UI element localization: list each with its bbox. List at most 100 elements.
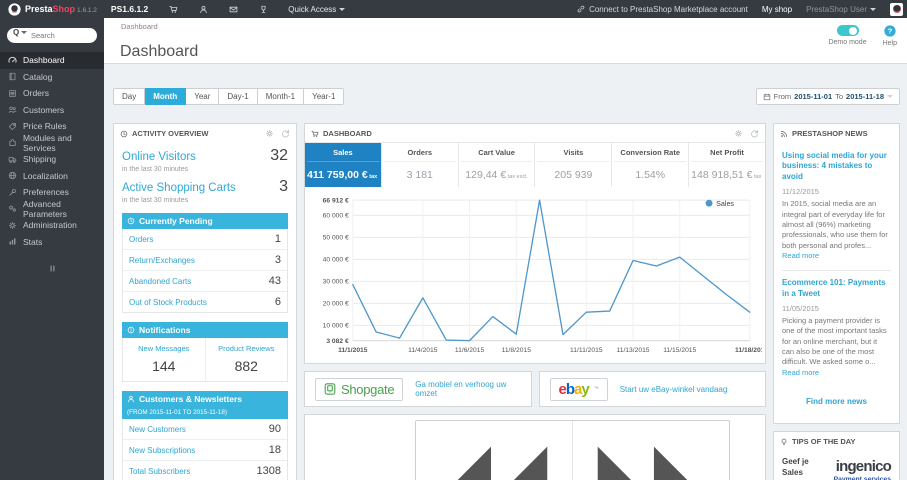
kpi-tax-suffix: tax excl. [369, 174, 379, 180]
search-type-dropdown[interactable]: Q [13, 28, 28, 37]
user-avatar[interactable] [890, 2, 903, 16]
list-item-value: 3 [274, 254, 281, 266]
kpi-value: 205 939 [554, 169, 593, 181]
sidebar-item-shipping[interactable]: Shipping [0, 151, 104, 168]
wrench-icon [8, 188, 17, 197]
messages-shortcut-icon[interactable] [229, 5, 238, 14]
svg-text:50 000 €: 50 000 € [323, 235, 349, 242]
kpi-tab-orders[interactable]: Orders 3 181 [382, 143, 459, 187]
customers-shortcut-icon[interactable] [199, 5, 208, 14]
gear-icon[interactable] [265, 129, 274, 138]
range-button-month-1[interactable]: Month-1 [257, 88, 305, 105]
refresh-icon[interactable] [281, 129, 290, 138]
kpi-tab-visits[interactable]: Visits 205 939 [535, 143, 613, 187]
read-more-link[interactable]: Read more [782, 368, 819, 377]
help-icon[interactable]: ? [884, 25, 896, 37]
notifications-header: Notifications [122, 322, 288, 338]
find-more-news-link[interactable]: Find more news [774, 387, 899, 418]
kpi-label: Orders [383, 143, 456, 162]
my-shop-link[interactable]: My shop [762, 5, 792, 14]
refresh-icon[interactable] [750, 129, 759, 138]
sidebar-item-localization[interactable]: Localization [0, 168, 104, 185]
shopgate-phone-icon [324, 382, 336, 396]
book-icon [8, 72, 17, 81]
row-total-subscribers[interactable]: Total Subscribers 1308 [123, 461, 287, 480]
sidebar-item-catalog[interactable]: Catalog [0, 69, 104, 86]
orders-icon [8, 89, 17, 98]
cell-product-reviews[interactable]: Product Reviews 882 [204, 338, 288, 381]
sidebar-item-label: Modules and Services [23, 132, 72, 153]
sidebar-item-label: Price Rules [23, 121, 67, 132]
truck-icon [8, 155, 17, 164]
sidebar-collapse-button[interactable] [0, 264, 104, 273]
range-button-year-1[interactable]: Year-1 [304, 88, 345, 105]
row-abandoned-carts[interactable]: Abandoned Carts 43 [123, 271, 287, 292]
row-new-customers[interactable]: New Customers 90 [123, 419, 287, 440]
list-item-value: 18 [268, 444, 281, 456]
kpi-tabs: Sales 411 759,00 € tax excl. Orders 3 18… [305, 142, 765, 187]
clock-icon [127, 217, 135, 225]
range-button-year[interactable]: Year [186, 88, 220, 105]
dashboard-panel: DASHBOARD Sales 411 759,00 € tax excl. O… [304, 123, 766, 364]
quick-access-menu[interactable]: Quick Access [288, 5, 346, 14]
range-button-day-1[interactable]: Day-1 [219, 88, 258, 105]
kpi-tab-cart-value[interactable]: Cart Value 129,44 € tax excl. [459, 143, 536, 187]
article-date: 11/05/2015 [782, 304, 819, 314]
svg-text:3 082 €: 3 082 € [326, 338, 349, 345]
currently-pending-title: Currently Pending [139, 216, 213, 226]
calendar-icon [763, 93, 771, 101]
marketplace-link[interactable]: Connect to PrestaShop Marketplace accoun… [577, 5, 748, 14]
ebay-letter: y [581, 380, 589, 398]
sidebar-item-advanced-parameters[interactable]: Advanced Parameters [0, 198, 104, 219]
sidebar-item-label: Advanced Parameters [23, 198, 67, 219]
cell-new-messages[interactable]: New Messages 144 [123, 338, 205, 381]
next-year-button[interactable] [572, 421, 729, 480]
list-item-label: Out of Stock Products [129, 297, 207, 307]
svg-text:60 000 €: 60 000 € [323, 213, 349, 220]
svg-text:10 000 €: 10 000 € [323, 323, 349, 330]
customers-newsletters-header: Customers & Newsletters (FROM 2015-11-01… [122, 391, 288, 419]
shopgate-ad-link[interactable]: Ga mobiel en verhoog uw omzet [415, 380, 520, 398]
active-carts-label[interactable]: Active Shopping Carts [122, 182, 236, 194]
clock-icon [120, 130, 128, 138]
row-out-of-stock-products[interactable]: Out of Stock Products 6 [123, 292, 287, 312]
notifications-cells: New Messages 144 Product Reviews 882 [122, 338, 288, 382]
tips-panel-title: TIPS OF THE DAY [792, 437, 856, 446]
article-title[interactable]: Ecommerce 101: Payments in a Tweet [782, 278, 891, 299]
read-more-link[interactable]: Read more [782, 251, 819, 260]
ingenico-logo-subtext: Payment services [833, 476, 891, 480]
demo-mode-toggle[interactable] [836, 25, 859, 36]
customers-newsletters-title: Customers & Newsletters [139, 394, 242, 404]
orders-shortcut-icon[interactable] [169, 5, 178, 14]
sidebar-item-label: Customers [23, 104, 65, 115]
kpi-tax-suffix: tax excl. [506, 174, 528, 180]
list-item-label: Total Subscribers [129, 466, 191, 476]
gear-icon[interactable] [734, 129, 743, 138]
date-range-picker[interactable]: From 2015-11-01 To 2015-11-18 [755, 88, 900, 105]
svg-text:30 000 €: 30 000 € [323, 279, 349, 286]
row-return-exchanges[interactable]: Return/Exchanges 3 [123, 250, 287, 271]
sidebar-item-dashboard[interactable]: Dashboard [0, 52, 104, 69]
range-button-day[interactable]: Day [113, 88, 146, 105]
article-title[interactable]: Using social media for your business: 4 … [782, 151, 891, 182]
row-new-subscriptions[interactable]: New Subscriptions 18 [123, 440, 287, 461]
previous-year-button[interactable] [416, 421, 572, 480]
currently-pending-list: Orders 1 Return/Exchanges 3 Abandoned Ca… [122, 229, 288, 313]
kpi-tab-conversion-rate[interactable]: Conversion Rate 1.54% [612, 143, 690, 187]
sidebar-item-orders[interactable]: Orders [0, 85, 104, 102]
content: Day Month Year Day-1 Month-1 Year-1 From 2015… [104, 64, 907, 480]
user-menu[interactable]: PrestaShop User [806, 5, 876, 14]
range-button-month[interactable]: Month [145, 88, 187, 105]
kpi-tab-sales[interactable]: Sales 411 759,00 € tax excl. [305, 143, 382, 187]
row-orders[interactable]: Orders 1 [123, 229, 287, 250]
online-visitors-label[interactable]: Online Visitors [122, 151, 196, 163]
ebay-ad-link[interactable]: Start uw eBay-winkel vandaag [620, 385, 728, 394]
sidebar-item-modules-and-services[interactable]: Modules and Services [0, 132, 104, 153]
sidebar-item-stats[interactable]: Stats [0, 234, 104, 251]
stats-shortcut-icon[interactable] [259, 5, 268, 14]
sidebar-item-customers[interactable]: Customers [0, 102, 104, 119]
sidebar-item-administration[interactable]: Administration [0, 217, 104, 234]
kpi-tab-net-profit[interactable]: Net Profit 148 918,51 € tax excl. [689, 143, 765, 187]
exclamation-icon [127, 326, 135, 334]
sales-line-chart: 3 082 € 10 000 € 20 000 € 30 000 € 40 000 € 5… [323, 197, 762, 353]
